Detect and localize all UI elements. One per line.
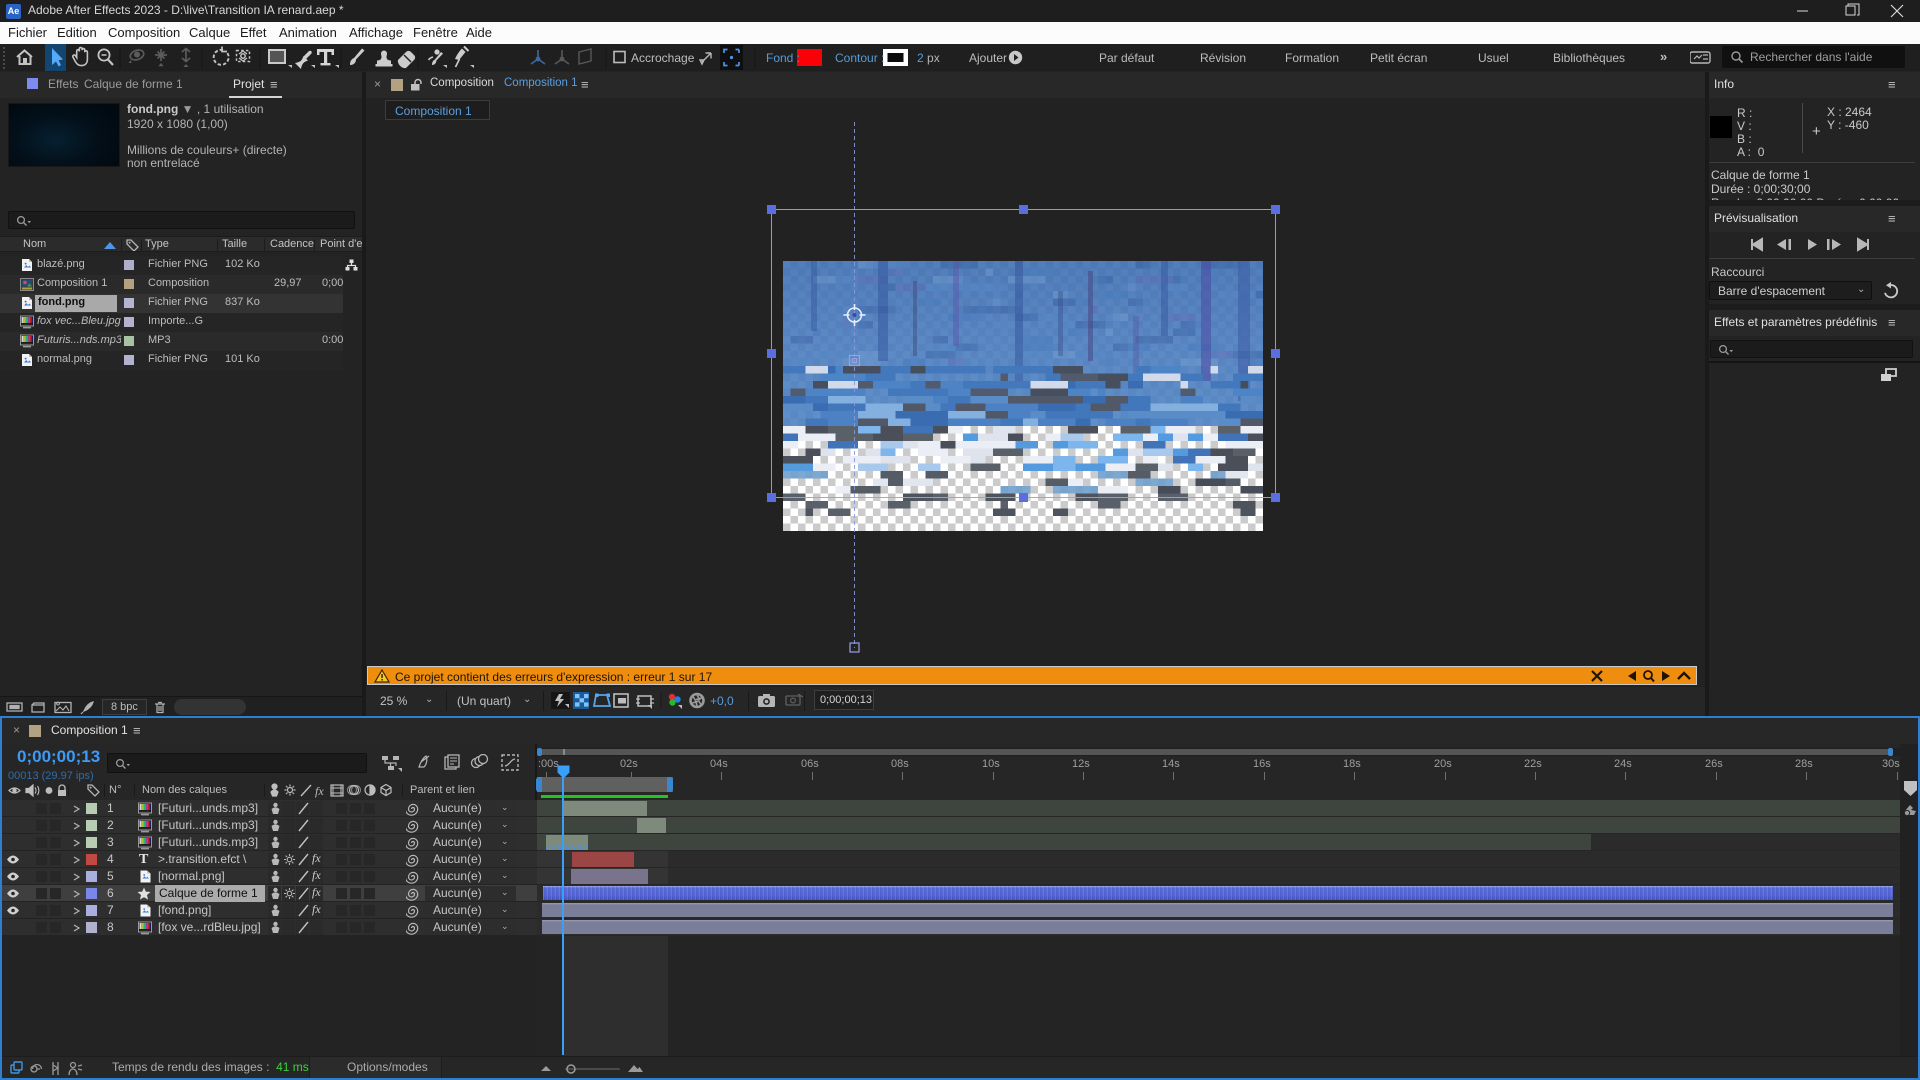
svg-text:fx: fx [315,784,324,798]
